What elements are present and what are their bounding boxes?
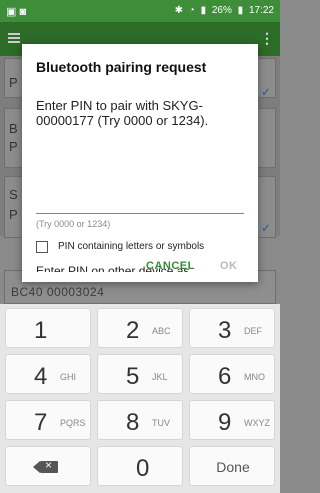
key-5[interactable]: 5 JKL <box>97 354 183 394</box>
ok-button[interactable]: OK <box>220 260 238 272</box>
checkbox-label: PIN containing letters or symbols <box>58 241 205 252</box>
backspace-icon <box>33 458 58 473</box>
key-0[interactable]: 0 <box>97 446 183 486</box>
key-letters: WXYZ <box>244 418 270 428</box>
device-letter: P <box>9 75 18 90</box>
device-letter: P <box>9 139 18 154</box>
key-letters: JKL <box>152 372 168 382</box>
status-bar: ▣ ◙ ✱ ◔ ▮ 26% ▮ 17:22 <box>0 0 280 22</box>
done-key[interactable]: Done <box>189 446 275 486</box>
key-digit: 6 <box>218 363 232 390</box>
device-letter: S <box>9 187 18 202</box>
notification-icons: ▣ ◙ <box>6 6 27 18</box>
key-digit: 9 <box>218 409 232 436</box>
signal-icon: ▮ <box>200 5 207 16</box>
menu-icon[interactable] <box>8 33 20 43</box>
status-right: ✱ ◔ ▮ 26% ▮ 17:22 <box>172 5 274 16</box>
dialog-message: Enter PIN to pair with SKYG-00000177 (Tr… <box>36 98 209 128</box>
key-6[interactable]: 6 MNO <box>189 354 275 394</box>
key-digit: 7 <box>34 409 48 436</box>
key-9[interactable]: 9 WXYZ <box>189 400 275 440</box>
cancel-button[interactable]: CANCEL <box>146 260 195 272</box>
key-digit: 4 <box>34 363 48 390</box>
key-letters: PQRS <box>60 418 86 428</box>
done-label: Done <box>216 459 250 475</box>
key-8[interactable]: 8 TUV <box>97 400 183 440</box>
time-text: 17:22 <box>248 5 274 16</box>
backspace-key[interactable] <box>5 446 91 486</box>
key-letters: MNO <box>244 372 265 382</box>
pairing-dialog: Bluetooth pairing request Enter PIN to p… <box>22 44 258 282</box>
pin-hint: (Try 0000 or 1234) <box>36 219 111 229</box>
check-icon: ✓ <box>260 221 271 235</box>
key-letters: GHI <box>60 372 77 382</box>
key-letters: TUV <box>152 418 170 428</box>
key-digit: 8 <box>126 409 140 436</box>
device-name: BC40 00003024 <box>11 285 105 299</box>
key-digit: 5 <box>126 363 140 390</box>
key-4[interactable]: 4 GHI <box>5 354 91 394</box>
key-7[interactable]: 7 PQRS <box>5 400 91 440</box>
wifi-icon: ◔ <box>188 5 195 16</box>
key-digit: 1 <box>34 317 48 344</box>
dialog-title: Bluetooth pairing request <box>36 59 207 75</box>
pin-input[interactable] <box>36 194 244 214</box>
key-letters: ABC <box>152 326 171 336</box>
bluetooth-icon: ✱ <box>174 5 183 16</box>
battery-icon: ▮ <box>237 5 244 16</box>
key-3[interactable]: 3 DEF <box>189 308 275 348</box>
key-letters: DEF <box>244 326 262 336</box>
device-letter: B <box>9 121 18 136</box>
key-digit: 0 <box>136 455 150 482</box>
numeric-keypad: 1 2 ABC 3 DEF 4 GHI 5 JKL 6 MNO 7 PQRS 8… <box>0 304 280 493</box>
overflow-menu-icon[interactable]: ⋮ <box>260 30 274 47</box>
device-letter: P <box>9 207 18 222</box>
key-digit: 2 <box>126 317 140 344</box>
key-2[interactable]: 2 ABC <box>97 308 183 348</box>
key-1[interactable]: 1 <box>5 308 91 348</box>
check-icon: ✓ <box>260 85 271 99</box>
battery-text: 26% <box>211 5 232 16</box>
letters-checkbox[interactable] <box>36 241 48 253</box>
key-digit: 3 <box>218 317 232 344</box>
